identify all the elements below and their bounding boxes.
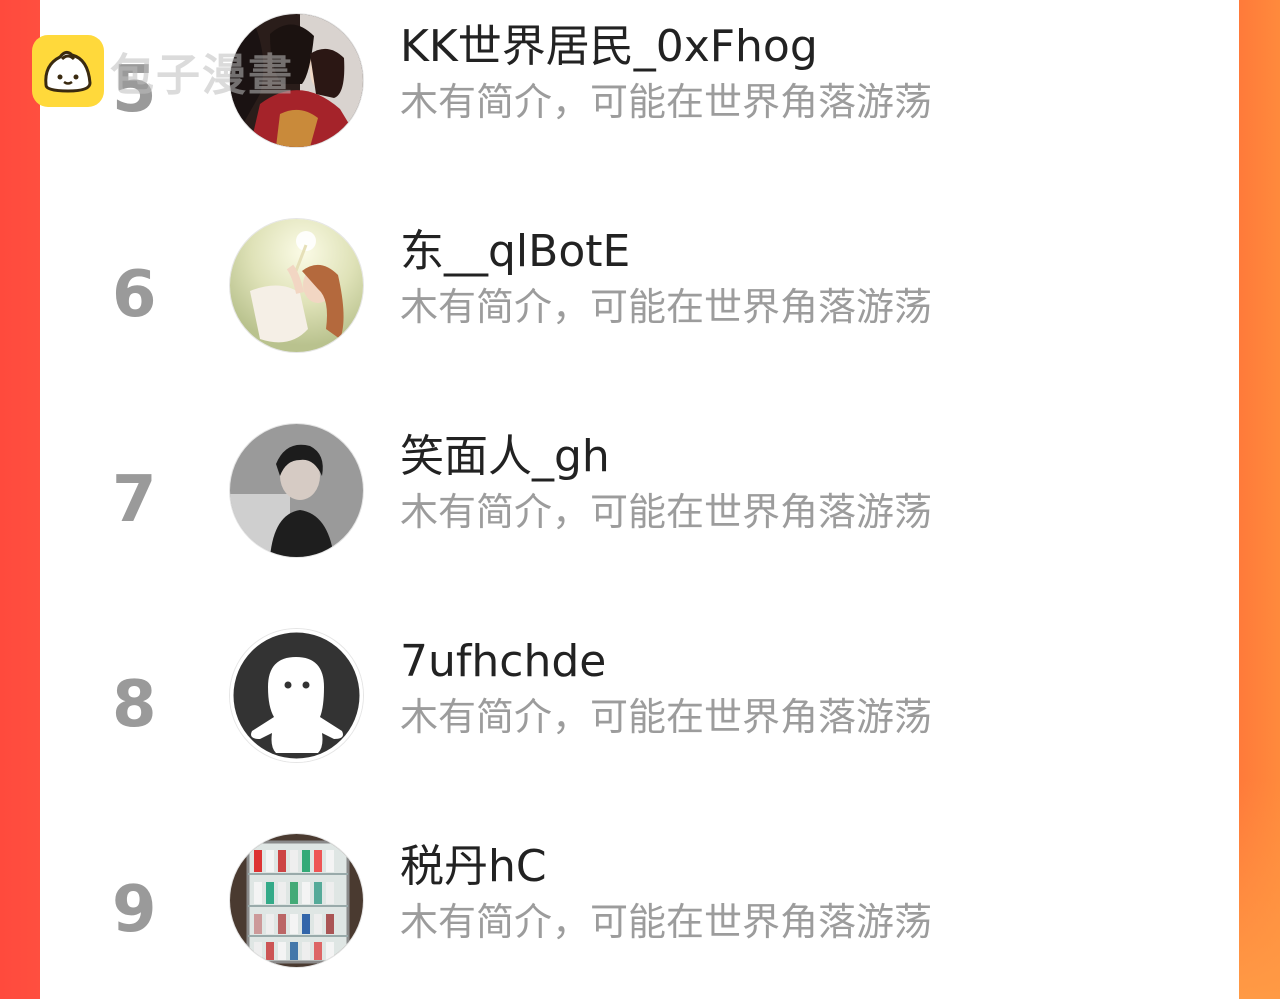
rank-number: 6 (112, 258, 157, 332)
rank-number: 8 (112, 668, 157, 742)
default-ghost-avatar[interactable] (230, 629, 363, 762)
user-bio: 木有简介，可能在世界角落游荡 (400, 490, 933, 534)
user-bio: 木有简介，可能在世界角落游荡 (400, 285, 933, 329)
watermark-text: 包子漫畫 (110, 50, 294, 101)
user-bio: 木有简介，可能在世界角落游荡 (400, 900, 933, 944)
rank-number: 7 (112, 463, 157, 537)
list-item[interactable]: 9 税丹hC 木有简介，可能在世界角落游荡 (0, 830, 1280, 980)
drinks-fridge-avatar[interactable] (230, 834, 363, 967)
user-name[interactable]: 税丹hC (400, 842, 547, 892)
girl-with-light-avatar[interactable] (230, 219, 363, 352)
list-item[interactable]: 8 7ufhchde 木有简介，可能在世界角落游荡 (0, 625, 1280, 775)
user-bio: 木有简介，可能在世界角落游荡 (400, 80, 933, 124)
user-bio: 木有简介，可能在世界角落游荡 (400, 695, 933, 739)
boy-portrait-avatar[interactable] (230, 424, 363, 557)
watermark: 包子漫畫 (32, 35, 294, 107)
user-name[interactable]: 东__qlBotE (400, 227, 630, 277)
user-name[interactable]: 笑面人_gh (400, 432, 610, 482)
user-name[interactable]: 7ufhchde (400, 637, 606, 687)
rank-number: 9 (112, 873, 157, 947)
list-item[interactable]: 7 笑面人_gh 木有简介，可能在世界角落游荡 (0, 420, 1280, 570)
list-item[interactable]: 6 东__qlBotE 木有简介，可能在世界角落游荡 (0, 215, 1280, 365)
bun-face-icon (32, 35, 104, 107)
user-name[interactable]: KK世界居民_0xFhog (400, 22, 818, 72)
